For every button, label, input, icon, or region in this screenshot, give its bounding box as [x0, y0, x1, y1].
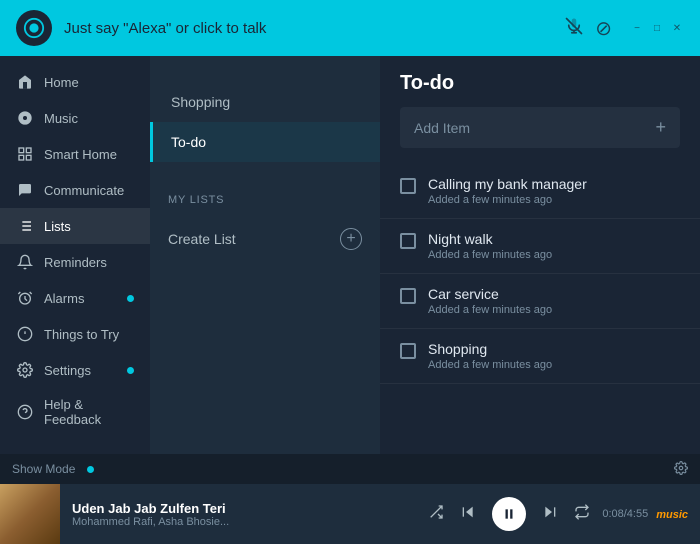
sidebar-item-help[interactable]: Help & Feedback	[0, 388, 150, 436]
prev-button[interactable]	[460, 504, 476, 525]
album-art	[0, 484, 60, 544]
list-item-todo[interactable]: To-do	[150, 122, 380, 162]
player-time: 0:08/4:55	[602, 508, 648, 520]
todo-item-3: Car service Added a few minutes ago	[380, 274, 700, 329]
alarms-dot	[127, 295, 134, 302]
todo-text-1: Calling my bank manager Added a few minu…	[428, 176, 680, 206]
music-icon	[16, 109, 34, 127]
todo-item-4: Shopping Added a few minutes ago	[380, 329, 700, 384]
sidebar-item-home[interactable]: Home	[0, 64, 150, 100]
bottom-bar: Show Mode	[0, 454, 700, 484]
player-artist: Mohammed Rafi, Asha Bhosie...	[72, 516, 416, 528]
sidebar-home-label: Home	[44, 75, 134, 90]
next-button[interactable]	[542, 504, 558, 525]
sidebar-item-communicate[interactable]: Communicate	[0, 172, 150, 208]
header-tagline: Just say "Alexa" or click to talk	[64, 20, 533, 37]
header-icons: ⊘ − □ ✕	[565, 16, 684, 41]
todo-panel: To-do Add Item + Calling my bank manager…	[380, 56, 700, 484]
todo-sub-1: Added a few minutes ago	[428, 194, 680, 206]
todo-checkbox-4[interactable]	[400, 343, 416, 359]
todo-checkbox-1[interactable]	[400, 178, 416, 194]
todo-item-1: Calling my bank manager Added a few minu…	[380, 164, 700, 219]
reminders-icon	[16, 253, 34, 271]
repeat-button[interactable]	[574, 504, 590, 525]
window-controls-group: − □ ✕	[630, 21, 684, 35]
smarthome-icon	[16, 145, 34, 163]
settings-nav-icon	[16, 361, 34, 379]
sidebar: Home Music Smart Home Communicate Lists	[0, 56, 150, 484]
todo-item-2: Night walk Added a few minutes ago	[380, 219, 700, 274]
todo-text-2: Night walk Added a few minutes ago	[428, 231, 680, 261]
lists-icon	[16, 217, 34, 235]
player-controls	[428, 497, 590, 531]
create-list-row[interactable]: Create List +	[150, 216, 380, 262]
home-icon	[16, 73, 34, 91]
todo-sub-4: Added a few minutes ago	[428, 359, 680, 371]
sidebar-communicate-label: Communicate	[44, 183, 134, 198]
player-info: Uden Jab Jab Zulfen Teri Mohammed Rafi, …	[60, 501, 428, 528]
sidebar-reminders-label: Reminders	[44, 255, 134, 270]
album-art-image	[0, 484, 60, 544]
todo-title-2: Night walk	[428, 231, 680, 247]
sidebar-lists-label: Lists	[44, 219, 134, 234]
sidebar-smarthome-label: Smart Home	[44, 147, 134, 162]
todo-title-3: Car service	[428, 286, 680, 302]
app-header: Just say "Alexa" or click to talk ⊘ − □ …	[0, 0, 700, 56]
my-lists-header: MY LISTS	[150, 178, 380, 216]
player-title: Uden Jab Jab Zulfen Teri	[72, 501, 416, 516]
todo-title-1: Calling my bank manager	[428, 176, 680, 192]
add-item-plus-icon[interactable]: +	[655, 117, 666, 138]
add-item-placeholder: Add Item	[414, 120, 645, 136]
list-item-shopping[interactable]: Shopping	[150, 82, 380, 122]
music-brand: music	[656, 505, 688, 523]
minimize-button[interactable]: −	[630, 21, 644, 35]
sidebar-help-label: Help & Feedback	[44, 397, 134, 427]
do-not-disturb-icon[interactable]: ⊘	[595, 16, 612, 41]
shopping-label: Shopping	[171, 94, 230, 110]
show-mode-dot	[87, 466, 94, 473]
things-icon	[16, 325, 34, 343]
mic-muted-icon[interactable]	[565, 17, 583, 40]
pause-button[interactable]	[492, 497, 526, 531]
sidebar-item-alarms[interactable]: Alarms	[0, 280, 150, 316]
alarms-icon	[16, 289, 34, 307]
gear-icon[interactable]	[674, 461, 688, 478]
main-area: Home Music Smart Home Communicate Lists	[0, 56, 700, 484]
todo-text-4: Shopping Added a few minutes ago	[428, 341, 680, 371]
lists-section-header	[150, 56, 380, 82]
sidebar-item-music[interactable]: Music	[0, 100, 150, 136]
todo-checkbox-3[interactable]	[400, 288, 416, 304]
sidebar-item-lists[interactable]: Lists	[0, 208, 150, 244]
help-icon	[16, 403, 34, 421]
music-brand-label: music	[656, 509, 688, 521]
create-list-label: Create List	[168, 231, 236, 247]
close-button[interactable]: ✕	[670, 21, 684, 35]
add-item-row[interactable]: Add Item +	[400, 107, 680, 148]
todo-checkbox-2[interactable]	[400, 233, 416, 249]
sidebar-item-reminders[interactable]: Reminders	[0, 244, 150, 280]
todo-label: To-do	[171, 134, 206, 150]
settings-dot	[127, 367, 134, 374]
sidebar-settings-label: Settings	[44, 363, 117, 378]
sidebar-alarms-label: Alarms	[44, 291, 117, 306]
todo-title: To-do	[380, 56, 700, 107]
middle-panel: Shopping To-do MY LISTS Create List +	[150, 56, 380, 484]
todo-text-3: Car service Added a few minutes ago	[428, 286, 680, 316]
todo-title-4: Shopping	[428, 341, 680, 357]
communicate-icon	[16, 181, 34, 199]
show-mode-label[interactable]: Show Mode	[12, 462, 75, 476]
sidebar-music-label: Music	[44, 111, 134, 126]
shuffle-button[interactable]	[428, 504, 444, 525]
maximize-button[interactable]: □	[650, 21, 664, 35]
music-player: Uden Jab Jab Zulfen Teri Mohammed Rafi, …	[0, 484, 700, 544]
todo-sub-2: Added a few minutes ago	[428, 249, 680, 261]
alexa-logo	[16, 10, 52, 46]
create-list-plus-button[interactable]: +	[340, 228, 362, 250]
sidebar-things-label: Things to Try	[44, 327, 134, 342]
sidebar-item-smart-home[interactable]: Smart Home	[0, 136, 150, 172]
sidebar-item-things-to-try[interactable]: Things to Try	[0, 316, 150, 352]
todo-sub-3: Added a few minutes ago	[428, 304, 680, 316]
sidebar-item-settings[interactable]: Settings	[0, 352, 150, 388]
